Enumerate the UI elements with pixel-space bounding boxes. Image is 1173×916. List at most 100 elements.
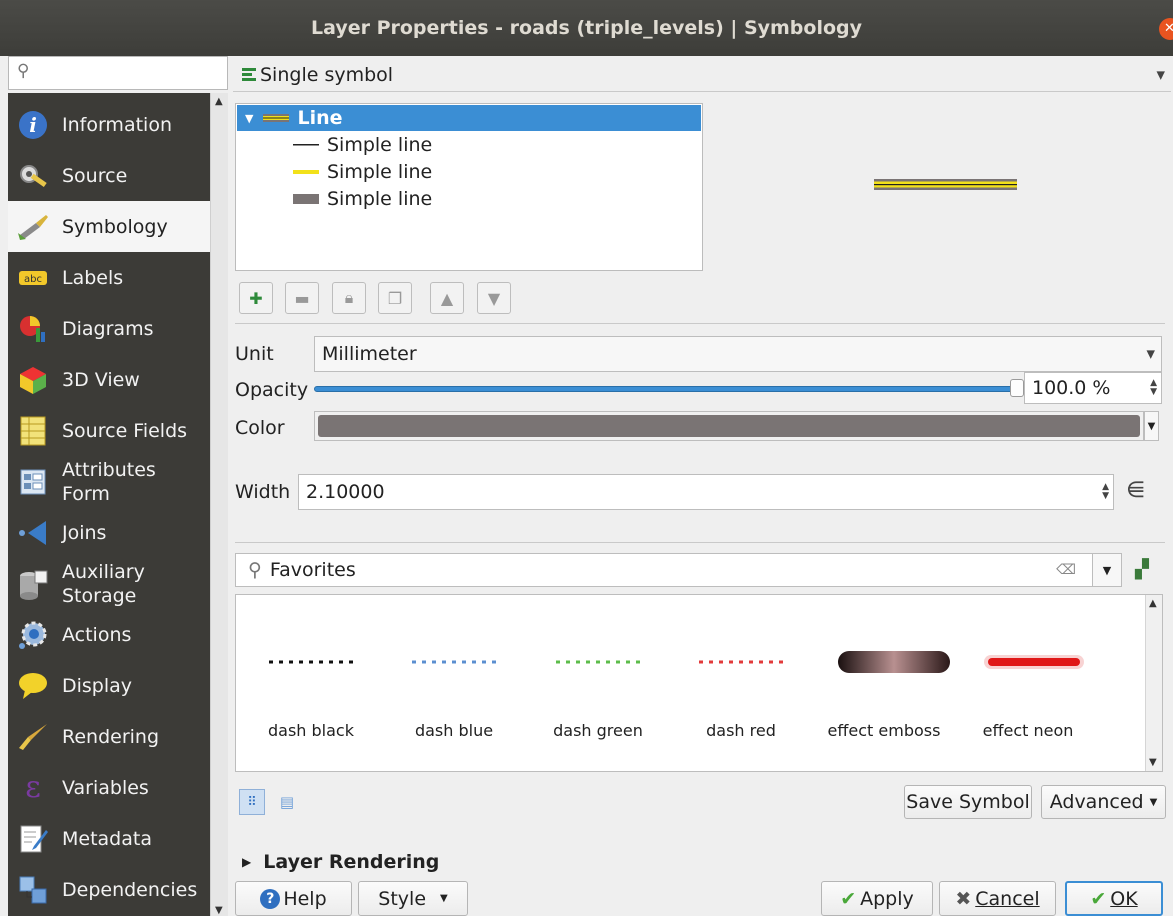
expand-arrow-icon[interactable]: ▼ [245,112,253,125]
checkmark-icon: ✔ [1090,887,1107,910]
help-button[interactable]: ? Help [235,881,352,916]
move-down-button[interactable]: ▼ [477,282,511,314]
sidebar-item-metadata[interactable]: Metadata [8,813,210,864]
clear-search-icon[interactable]: ⌫ [1056,562,1076,578]
symbol-list-scrollbar[interactable]: ▲ ▼ [1145,595,1162,771]
symbol-effect-neon[interactable]: effect neon [958,595,1098,771]
color-button[interactable] [314,411,1144,441]
symbol-dash-red[interactable]: dash red [671,595,811,771]
symbol-dash-black[interactable]: dash black [241,595,381,771]
sidebar-item-diagrams[interactable]: Diagrams [8,303,210,354]
grid-view-icon: ⠿ [247,794,257,810]
sidebar-item-rendering[interactable]: Rendering [8,711,210,762]
symbol-effect-emboss[interactable]: effect emboss [814,595,954,771]
width-spinbox[interactable]: 2.10000 ▲ ▼ [298,474,1114,510]
grey-line-swatch-icon [293,193,319,205]
symbol-name: dash black [268,721,354,740]
search-icon: ⚲ [248,559,262,581]
remove-symbol-layer-button[interactable]: ▬ [285,282,319,314]
style-button[interactable]: Style ▼ [358,881,468,916]
sidebar-scrollbar[interactable]: ▲ ▼ [210,93,228,916]
list-view-button[interactable]: ▤ [274,789,300,815]
symbol-name: dash blue [414,721,494,740]
advanced-button[interactable]: Advanced ▼ [1041,785,1166,819]
width-label: Width [235,481,291,503]
opacity-slider-handle[interactable] [1010,379,1024,397]
advanced-label: Advanced [1049,791,1144,813]
symbol-dash-green[interactable]: dash green [528,595,668,771]
icon-view-button[interactable]: ⠿ [239,789,265,815]
plus-icon: ✚ [249,288,263,308]
spin-arrows-icon[interactable]: ▲ ▼ [1150,379,1157,397]
divider [235,323,1165,324]
sidebar-item-variables[interactable]: ε Variables [8,762,210,813]
symbol-search-input[interactable]: ⚲ Favorites ⌫ [235,553,1093,587]
sidebar-item-labels[interactable]: abc Labels [8,252,210,303]
sidebar-item-3d-view[interactable]: 3D View [8,354,210,405]
lock-layer-button[interactable]: 🔒︎ [332,282,366,314]
move-up-button[interactable]: ▲ [430,282,464,314]
sidebar-item-information[interactable]: i Information [8,99,210,150]
divider [235,542,1165,543]
thin-line-swatch-icon [293,142,319,148]
scroll-up-icon[interactable]: ▲ [1149,598,1157,609]
joins-icon [16,516,50,550]
svg-text:i: i [29,113,37,137]
sidebar-item-source[interactable]: Source [8,150,210,201]
sidebar-item-label: Source [62,164,128,187]
opacity-slider[interactable] [314,386,1016,392]
tree-row-label: Simple line [327,134,433,156]
list-view-icon: ▤ [279,793,295,811]
sidebar-item-joins[interactable]: Joins [8,507,210,558]
document-edit-icon [16,822,50,856]
tree-row-simple-line[interactable]: Simple line [237,159,701,185]
sidebar-item-label: Joins [62,521,107,544]
scroll-up-icon[interactable]: ▲ [215,96,223,107]
symbol-name: effect neon [982,721,1074,740]
data-defined-override-icon[interactable]: ⋹ [1126,478,1145,503]
sidebar-search-input[interactable]: ⚲ [8,56,228,90]
ok-button[interactable]: ✔ OK [1065,881,1163,916]
sidebar-item-display[interactable]: Display [8,660,210,711]
apply-button[interactable]: ✔ Apply [821,881,933,916]
renderer-select[interactable]: Single symbol ▼ [233,58,1171,92]
scroll-down-icon[interactable]: ▼ [215,905,223,916]
save-symbol-button[interactable]: Save Symbol [904,785,1032,819]
duplicate-layer-button[interactable]: ❐ [378,282,412,314]
layer-rendering-label: Layer Rendering [263,851,440,873]
emboss-symbol-icon [838,651,950,673]
sidebar-item-source-fields[interactable]: Source Fields [8,405,210,456]
spin-arrows-icon[interactable]: ▲ ▼ [1102,483,1109,501]
dash-blue-symbol-icon [412,660,496,664]
sidebar-item-label: Attributes [62,458,156,481]
chevron-down-icon: ▼ [1156,68,1165,81]
line-symbol-icon [263,114,290,122]
chevron-down-icon: ▼ [1102,563,1112,577]
speech-bubble-icon [16,669,50,703]
dash-black-symbol-icon [269,660,353,664]
add-symbol-layer-button[interactable]: ✚ [239,282,273,314]
cancel-button[interactable]: ✖ Cancel [939,881,1056,916]
sidebar-item-symbology[interactable]: Symbology [8,201,210,252]
symbol-group-dropdown[interactable]: ▼ [1092,553,1122,587]
window-title: Layer Properties - roads (triple_levels)… [310,17,863,39]
tree-row-simple-line[interactable]: Simple line [237,186,701,212]
single-symbol-icon [242,68,256,81]
tree-row-simple-line[interactable]: Simple line [237,132,701,158]
symbol-library-list: dash black dash blue dash green dash red… [235,594,1163,772]
tree-row-line[interactable]: ▼ Line [237,105,701,131]
sidebar-item-dependencies[interactable]: Dependencies [8,864,210,915]
opacity-spinbox[interactable]: 100.0 % ▲ ▼ [1024,372,1162,404]
close-window-icon[interactable]: ✕ [1159,18,1173,40]
expand-arrow-icon: ▶ [242,855,252,869]
scroll-down-icon[interactable]: ▼ [1149,757,1157,768]
unit-select[interactable]: Millimeter ▼ [314,336,1162,372]
color-menu-button[interactable]: ▼ [1144,411,1159,441]
sidebar-item-auxiliary-storage[interactable]: Auxiliary Storage [8,558,210,609]
layer-rendering-section[interactable]: ▶ Layer Rendering [242,851,439,873]
sidebar-item-attributes-form[interactable]: Attributes Form [8,456,210,507]
symbol-dash-blue[interactable]: dash blue [384,595,524,771]
style-manager-icon[interactable]: ▞ [1135,559,1149,580]
sidebar-item-actions[interactable]: Actions [8,609,210,660]
renderer-select-value: Single symbol [260,63,394,86]
